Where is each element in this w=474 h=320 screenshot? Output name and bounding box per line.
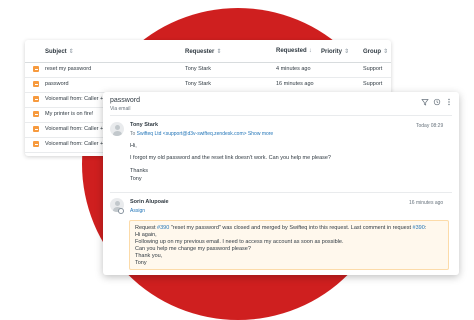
comment-recipient: To Swifteq Ltd <support@d3v-swifteq.zend…: [130, 131, 274, 137]
ticket-status-checkbox[interactable]: [33, 96, 39, 102]
column-priority[interactable]: Priority ⇕: [321, 48, 349, 55]
ticket-status-checkbox[interactable]: [33, 141, 39, 147]
divider: [110, 192, 452, 193]
request-link[interactable]: #390: [413, 225, 425, 231]
ticket-status-checkbox[interactable]: [33, 126, 39, 132]
sort-icon: ⇕: [68, 49, 74, 55]
history-icon[interactable]: [433, 98, 441, 106]
request-link[interactable]: #390: [157, 225, 169, 231]
sort-icon: ⇕: [383, 49, 389, 55]
note-badge-icon: [118, 208, 124, 214]
note-line: Hi again,: [135, 232, 157, 238]
filter-icon[interactable]: [421, 98, 429, 106]
column-requester[interactable]: Requester ⇕: [185, 48, 221, 55]
note-line: Following up on my previous email. I nee…: [135, 239, 344, 245]
comment-line: Tony: [130, 176, 142, 182]
sort-icon: ⇕: [216, 49, 222, 55]
more-vertical-icon[interactable]: [445, 98, 453, 106]
internal-note: Request #390 "reset my password" was clo…: [129, 220, 449, 270]
column-group[interactable]: Group ⇕: [363, 48, 388, 55]
ticket-conversation: password Via email Tony Stark Today 08:2…: [103, 92, 459, 275]
ticket-channel: Via email: [110, 106, 131, 112]
comment-time: 16 minutes ago: [409, 200, 444, 206]
comment-author: Sorin Alupoaie: [130, 199, 169, 205]
ticket-status-checkbox[interactable]: [33, 66, 39, 72]
sort-down-icon: ↓: [308, 48, 312, 54]
comment-line: I forgot my old password and the reset l…: [130, 155, 331, 161]
show-more-link[interactable]: Show more: [248, 131, 273, 137]
comment-line: Thanks: [130, 168, 149, 174]
divider: [110, 115, 452, 116]
ticket-status-checkbox[interactable]: [33, 111, 39, 117]
note-line: Tony: [135, 260, 147, 266]
comment-line: Hi,: [130, 143, 137, 149]
note-line: Thank you,: [135, 253, 163, 259]
comment-author: Tony Stark: [130, 122, 159, 128]
column-subject[interactable]: Subject ⇕: [45, 48, 74, 55]
ticket-title: password: [110, 97, 140, 104]
sort-icon: ⇕: [344, 49, 350, 55]
table-row[interactable]: password Tony Stark 16 minutes ago Suppo…: [25, 77, 391, 93]
ticket-status-checkbox[interactable]: [33, 81, 39, 87]
note-line: Request #390 "reset my password" was clo…: [135, 225, 427, 231]
table-header: Subject ⇕ Requester ⇕ Requested ↓ Priority ⇕…: [25, 40, 391, 63]
table-row[interactable]: reset my password Tony Stark 4 minutes a…: [25, 62, 391, 78]
assign-link[interactable]: Assign: [130, 208, 145, 214]
column-requested[interactable]: Requested ↓: [276, 48, 312, 54]
avatar: [110, 122, 124, 136]
comment-time: Today 08:29: [416, 123, 444, 129]
note-line: Can you help me change my password pleas…: [135, 246, 251, 252]
